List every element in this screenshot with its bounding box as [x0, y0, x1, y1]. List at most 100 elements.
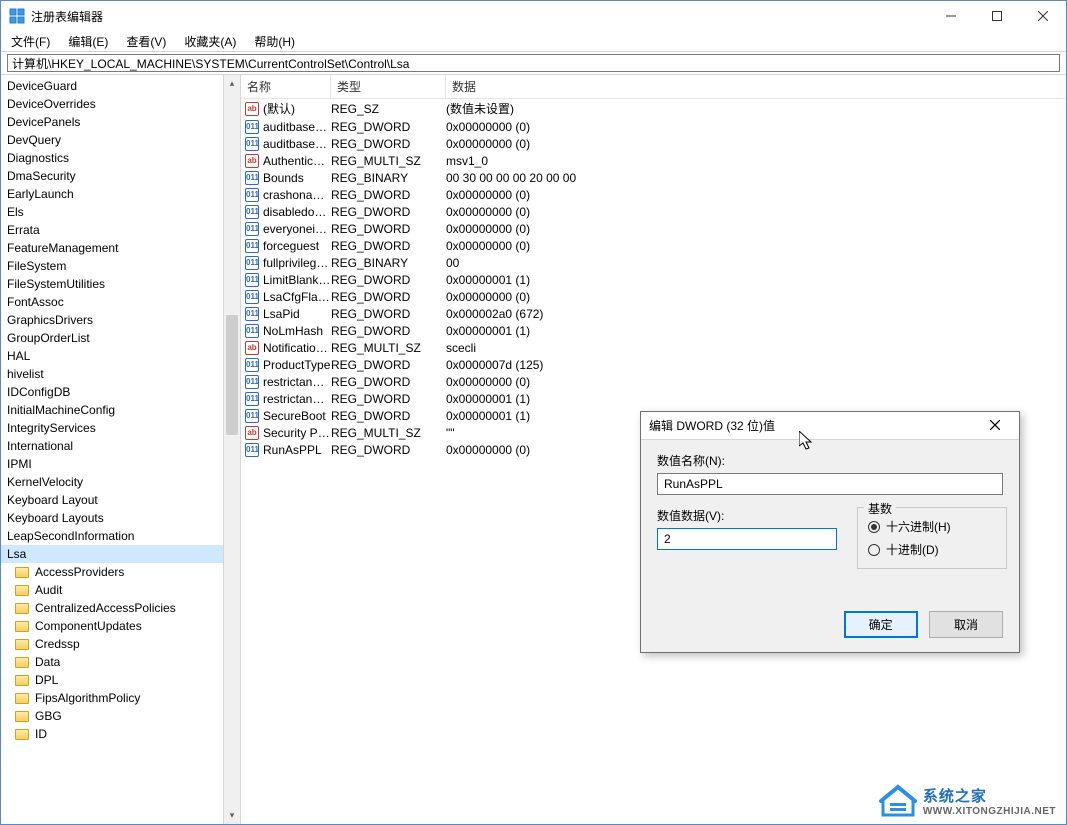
value-row[interactable]: abNotification Pa...REG_MULTI_SZscecli [241, 340, 1066, 357]
tree-item[interactable]: HAL [1, 347, 223, 365]
tree-subitem[interactable]: Data [1, 653, 223, 671]
scroll-down-icon[interactable]: ▾ [224, 807, 240, 824]
tree-list[interactable]: DeviceGuardDeviceOverridesDevicePanelsDe… [1, 75, 223, 824]
tree-subitem[interactable]: FipsAlgorithmPolicy [1, 689, 223, 707]
value-row[interactable]: 011restrictanonym...REG_DWORD0x00000000 … [241, 374, 1066, 391]
tree-subitem[interactable]: AccessProviders [1, 563, 223, 581]
tree-item[interactable]: FeatureManagement [1, 239, 223, 257]
registry-editor-window: 注册表编辑器 文件(F) 编辑(E) 查看(V) 收藏夹(A) 帮助(H) De… [0, 0, 1067, 825]
tree-item[interactable]: Diagnostics [1, 149, 223, 167]
value-row[interactable]: 011restrictanonym...REG_DWORD0x00000001 … [241, 391, 1066, 408]
tree-item[interactable]: LeapSecondInformation [1, 527, 223, 545]
menu-help[interactable]: 帮助(H) [250, 33, 299, 50]
value-type: REG_DWORD [331, 392, 446, 406]
tree-subitem[interactable]: Credssp [1, 635, 223, 653]
value-type: REG_BINARY [331, 256, 446, 270]
cancel-button[interactable]: 取消 [929, 611, 1003, 638]
value-row[interactable]: ab(默认)REG_SZ(数值未设置) [241, 99, 1066, 119]
minimize-button[interactable] [928, 1, 974, 31]
tree-item[interactable]: DmaSecurity [1, 167, 223, 185]
radio-hex[interactable]: 十六进制(H) [868, 518, 996, 535]
tree-subitem[interactable]: CentralizedAccessPolicies [1, 599, 223, 617]
tree-item[interactable]: InitialMachineConfig [1, 401, 223, 419]
value-type: REG_MULTI_SZ [331, 426, 446, 440]
value-data: 0x00000001 (1) [446, 392, 1066, 406]
menu-favorites[interactable]: 收藏夹(A) [180, 33, 240, 50]
value-type: REG_MULTI_SZ [331, 154, 446, 168]
tree-item[interactable]: Errata [1, 221, 223, 239]
tree-item[interactable]: DevicePanels [1, 113, 223, 131]
value-row[interactable]: 011LsaPidREG_DWORD0x000002a0 (672) [241, 306, 1066, 323]
reg-bin-icon: 011 [245, 222, 259, 236]
tree-item[interactable]: hivelist [1, 365, 223, 383]
tree-item[interactable]: GroupOrderList [1, 329, 223, 347]
value-name: (默认) [263, 100, 331, 117]
tree-item[interactable]: Keyboard Layouts [1, 509, 223, 527]
menu-file[interactable]: 文件(F) [7, 33, 54, 50]
value-row[interactable]: 011LimitBlankPass...REG_DWORD0x00000001 … [241, 272, 1066, 289]
scroll-up-icon[interactable]: ▴ [224, 75, 240, 92]
value-data-label: 数值数据(V): [657, 507, 837, 524]
folder-icon [15, 729, 29, 740]
col-data[interactable]: 数据 [446, 75, 1066, 98]
tree-scrollbar[interactable]: ▴ ▾ [223, 75, 240, 824]
tree-subitem[interactable]: DPL [1, 671, 223, 689]
value-name-field[interactable] [657, 473, 1003, 495]
tree-item[interactable]: DeviceGuard [1, 77, 223, 95]
value-row[interactable]: 011crashonauditfailREG_DWORD0x00000000 (… [241, 187, 1066, 204]
tree-subitem[interactable]: GBG [1, 707, 223, 725]
value-name: RunAsPPL [263, 443, 331, 457]
menu-edit[interactable]: 编辑(E) [64, 33, 112, 50]
tree-item-selected[interactable]: Lsa [1, 545, 223, 563]
value-row[interactable]: 011everyoneinclud...REG_DWORD0x00000000 … [241, 221, 1066, 238]
maximize-button[interactable] [974, 1, 1020, 31]
close-button[interactable] [1020, 1, 1066, 31]
values-header: 名称 类型 数据 [241, 75, 1066, 99]
tree-item[interactable]: IDConfigDB [1, 383, 223, 401]
value-row[interactable]: 011auditbaseobje...REG_DWORD0x00000000 (… [241, 136, 1066, 153]
tree-item[interactable]: IntegrityServices [1, 419, 223, 437]
tree-item[interactable]: IPMI [1, 455, 223, 473]
value-data-field[interactable] [657, 528, 837, 550]
tree-item[interactable]: Keyboard Layout [1, 491, 223, 509]
value-row[interactable]: 011fullprivilegeau...REG_BINARY00 [241, 255, 1066, 272]
value-row[interactable]: 011disabledomain...REG_DWORD0x00000000 (… [241, 204, 1066, 221]
value-row[interactable]: 011BoundsREG_BINARY00 30 00 00 00 20 00 … [241, 170, 1066, 187]
value-name: Bounds [263, 171, 331, 185]
value-data: 0x00000000 (0) [446, 205, 1066, 219]
tree-item[interactable]: KernelVelocity [1, 473, 223, 491]
value-row[interactable]: abAuthentication ...REG_MULTI_SZmsv1_0 [241, 153, 1066, 170]
value-type: REG_DWORD [331, 222, 446, 236]
value-row[interactable]: 011ProductTypeREG_DWORD0x0000007d (125) [241, 357, 1066, 374]
tree-item[interactable]: DeviceOverrides [1, 95, 223, 113]
ok-button[interactable]: 确定 [844, 611, 918, 638]
value-type: REG_DWORD [331, 273, 446, 287]
tree-item[interactable]: FileSystem [1, 257, 223, 275]
value-row[interactable]: 011LsaCfgFlagsDe...REG_DWORD0x00000000 (… [241, 289, 1066, 306]
value-row[interactable]: 011auditbasedirec...REG_DWORD0x00000000 … [241, 119, 1066, 136]
dialog-close-button[interactable] [979, 419, 1011, 433]
tree-item[interactable]: FileSystemUtilities [1, 275, 223, 293]
tree-item[interactable]: International [1, 437, 223, 455]
window-controls [928, 1, 1066, 31]
tree-subitem[interactable]: ComponentUpdates [1, 617, 223, 635]
base-legend: 基数 [864, 500, 896, 517]
value-row[interactable]: 011forceguestREG_DWORD0x00000000 (0) [241, 238, 1066, 255]
radio-dec[interactable]: 十进制(D) [868, 541, 996, 558]
value-data: 0x0000007d (125) [446, 358, 1066, 372]
col-name[interactable]: 名称 [241, 75, 331, 98]
tree-subitem[interactable]: Audit [1, 581, 223, 599]
value-name-label: 数值名称(N): [657, 452, 1003, 469]
tree-item[interactable]: EarlyLaunch [1, 185, 223, 203]
col-type[interactable]: 类型 [331, 75, 446, 98]
menu-view[interactable]: 查看(V) [122, 33, 170, 50]
tree-item[interactable]: Els [1, 203, 223, 221]
dialog-body: 数值名称(N): 数值数据(V): 基数 十六进制(H) [641, 440, 1019, 611]
scroll-thumb[interactable] [226, 315, 238, 435]
address-input[interactable] [7, 54, 1060, 72]
tree-item[interactable]: GraphicsDrivers [1, 311, 223, 329]
value-row[interactable]: 011NoLmHashREG_DWORD0x00000001 (1) [241, 323, 1066, 340]
tree-item[interactable]: FontAssoc [1, 293, 223, 311]
tree-item[interactable]: DevQuery [1, 131, 223, 149]
tree-subitem[interactable]: ID [1, 725, 223, 743]
